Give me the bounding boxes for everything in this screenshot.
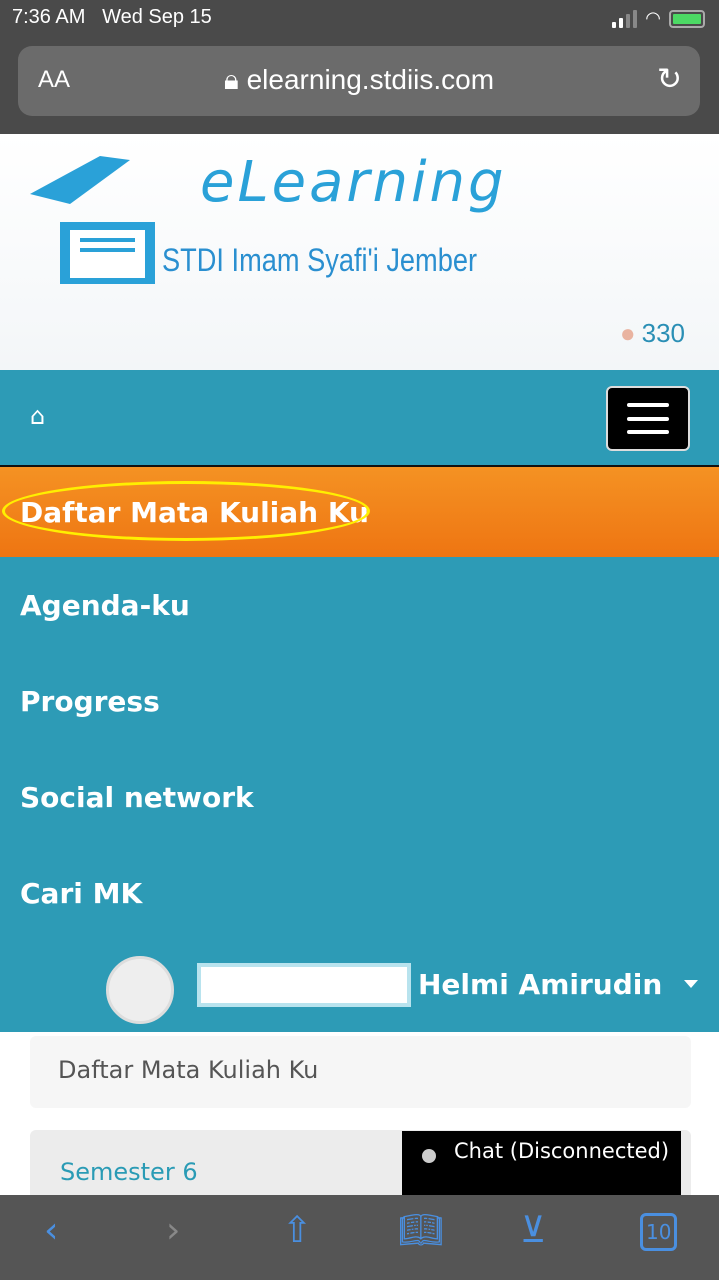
chat-label: Chat (Disconnected)	[454, 1139, 670, 1163]
main-nav: ⌂ Daftar Mata Kuliah Ku Agenda-ku Progre…	[0, 370, 719, 1032]
caret-down-icon[interactable]	[684, 980, 698, 995]
redacted-box	[197, 963, 411, 1007]
address-bar[interactable]: AA 🔒︎ elearning.stdiis.com ↻	[18, 46, 700, 116]
nav-item-social-network[interactable]: Social network	[0, 749, 719, 845]
nav-label: Agenda-ku	[20, 588, 190, 622]
status-icons: ◠	[612, 8, 705, 29]
share-icon[interactable]: ⇧	[282, 1213, 312, 1249]
tabs-button[interactable]: 10	[640, 1213, 678, 1251]
logo-icon	[30, 156, 155, 284]
back-icon[interactable]: ‹	[44, 1213, 58, 1249]
logo-title: eLearning	[200, 150, 507, 215]
menu-toggle-button[interactable]	[606, 386, 690, 451]
status-time: 7:36 AM Wed Sep 15	[12, 6, 212, 29]
signal-icon	[612, 9, 638, 28]
nav-item-progress[interactable]: Progress	[0, 653, 719, 749]
online-users: ● 330	[620, 318, 685, 349]
home-icon[interactable]: ⌂	[30, 402, 45, 430]
time: 7:36 AM	[12, 6, 86, 28]
chat-widget[interactable]: Chat (Disconnected)	[402, 1131, 681, 1201]
avatar	[106, 956, 174, 1024]
browser-chrome: 7:36 AM Wed Sep 15 ◠ AA 🔒︎ elearning.std…	[0, 0, 719, 134]
nav-item-daftar-mata-kuliah[interactable]: Daftar Mata Kuliah Ku	[0, 467, 719, 557]
user-name[interactable]: Helmi Amirudin	[418, 968, 662, 1001]
user-menu[interactable]: Helmi Amirudin	[0, 935, 719, 1032]
date: Wed Sep 15	[102, 6, 212, 28]
lock-icon: 🔒︎	[223, 64, 239, 95]
user-icon: ●	[619, 318, 636, 348]
status-dot-icon	[422, 1149, 436, 1163]
nav-label: Social network	[20, 780, 254, 814]
breadcrumb: Daftar Mata Kuliah Ku	[30, 1036, 691, 1108]
highlight-ellipse	[2, 481, 370, 541]
battery-icon	[669, 9, 705, 28]
nav-item-cari-mk[interactable]: Cari MK	[0, 845, 719, 941]
online-count: 330	[641, 318, 685, 348]
nav-item-agenda[interactable]: Agenda-ku	[0, 557, 719, 653]
site-header: eLearning STDI Imam Syafi'i Jember ● 330	[0, 134, 719, 370]
nav-label: Cari MK	[20, 876, 143, 910]
forward-icon[interactable]: ›	[166, 1213, 180, 1249]
bookmarks-icon[interactable]: 📖︎	[398, 1213, 444, 1249]
browser-toolbar: ‹ › ⇧ 📖︎ ⊻ 10	[0, 1195, 719, 1280]
url-text[interactable]: elearning.stdiis.com	[247, 64, 494, 95]
logo-subtitle: STDI Imam Syafi'i Jember	[162, 242, 478, 278]
reload-icon[interactable]: ↻	[657, 62, 682, 97]
wifi-icon: ◠	[645, 8, 661, 29]
nav-label: Progress	[20, 684, 160, 718]
download-icon[interactable]: ⊻	[520, 1213, 546, 1249]
